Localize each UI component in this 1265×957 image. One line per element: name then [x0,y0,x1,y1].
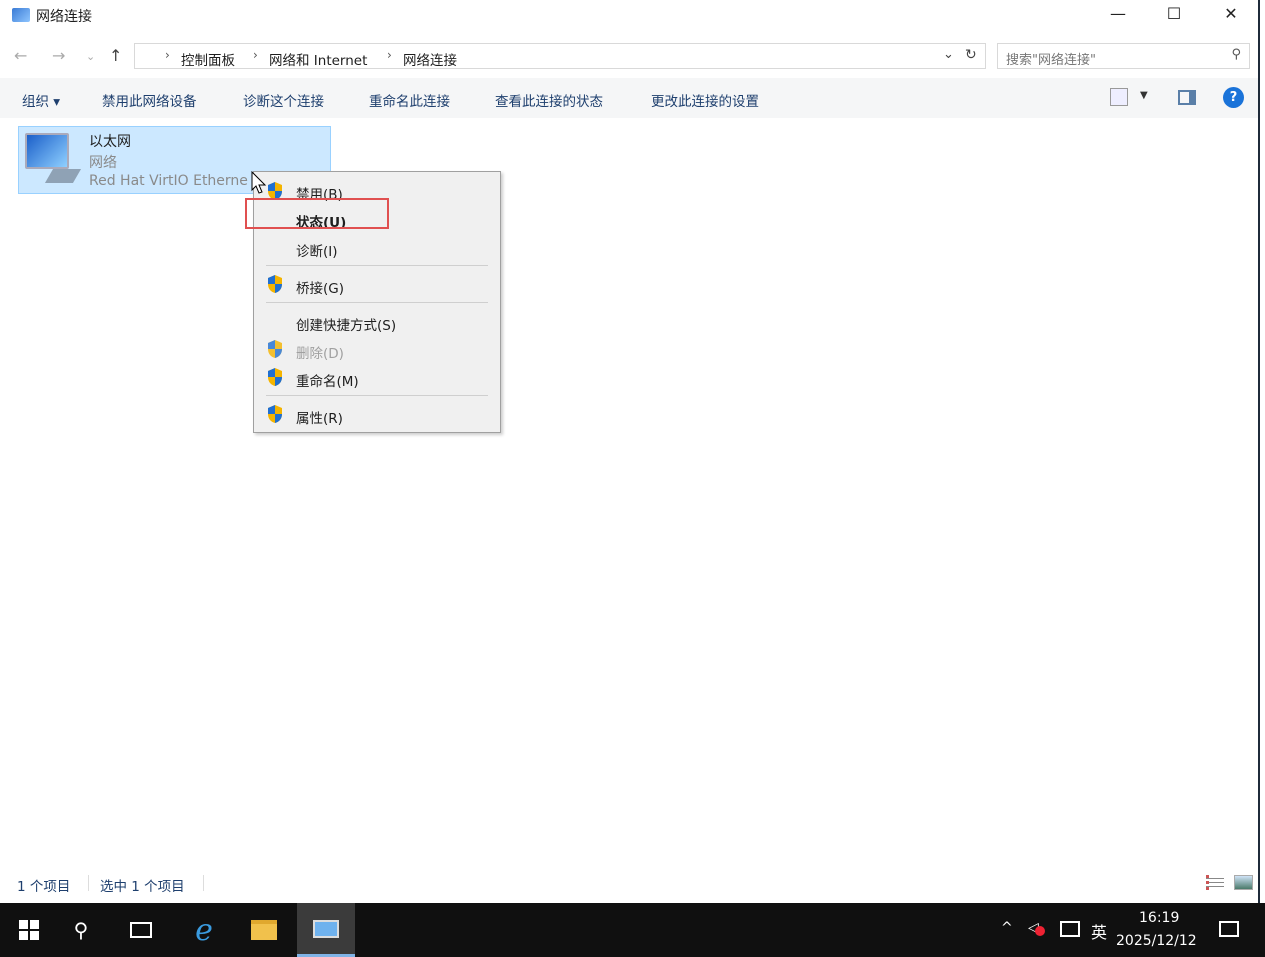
network-tray-icon[interactable] [1060,921,1080,937]
explorer-window: 网络连接 — ☐ ✕ ← → ⌄ ↑ › 控制面板 › 网络和 Internet… [0,0,1260,903]
ime-indicator[interactable]: 英 [1091,919,1107,943]
highlight-box [245,198,389,229]
command-bar: 组织 ▾ 禁用此网络设备 诊断这个连接 重命名此连接 查看此连接的状态 更改此连… [0,78,1258,118]
rename-button[interactable]: 重命名此连接 [369,90,450,110]
connection-adapter: Red Hat VirtIO Etherne [89,173,248,189]
menu-item-delete: 删除(D) [296,346,344,362]
menu-separator [266,302,488,303]
up-button[interactable]: ↑ [109,46,122,65]
clock-time[interactable]: 16:19 [1139,910,1179,926]
volume-muted-icon[interactable]: ◁ [1028,920,1045,936]
network-connections-task-button[interactable] [297,903,355,957]
diagnose-button[interactable]: 诊断这个连接 [243,90,324,110]
show-hidden-icons-button[interactable]: ^ [1001,920,1013,936]
menu-item-diagnose[interactable]: 诊断(I) [296,240,338,260]
search-button[interactable]: ⚲ [52,903,110,957]
file-explorer-button[interactable] [235,903,293,957]
network-folder-icon [12,8,30,22]
start-button[interactable] [0,903,58,957]
address-bar[interactable]: › 控制面板 › 网络和 Internet › 网络连接 ⌄ ↻ [134,43,986,69]
uac-shield-icon [268,368,282,386]
breadcrumb-network-connections[interactable]: 网络连接 [403,49,457,69]
folder-icon [251,920,277,940]
change-settings-button[interactable]: 更改此连接的设置 [651,90,759,110]
breadcrumb-control-panel[interactable]: 控制面板 [181,49,235,69]
uac-shield-icon [268,405,282,423]
forward-button[interactable]: → [52,46,65,65]
view-options-icon[interactable] [1110,88,1128,106]
status-bar: 1 个项目 选中 1 个项目 [0,870,1258,898]
search-icon: ⚲ [1231,47,1241,62]
menu-item-bridge[interactable]: 桥接(G) [296,277,344,297]
control-panel-icon [313,919,339,938]
minimize-button[interactable]: — [1108,4,1128,23]
clock-date[interactable]: 2025/12/12 [1116,933,1197,949]
menu-item-properties[interactable]: 属性(R) [296,407,343,427]
search-input[interactable]: 搜索"网络连接" ⚲ [997,43,1250,69]
preview-pane-icon[interactable] [1178,90,1196,105]
action-center-icon[interactable] [1219,921,1239,937]
status-separator [203,875,204,891]
breadcrumb-network-internet[interactable]: 网络和 Internet [269,49,367,69]
chevron-down-icon[interactable]: ▼ [1140,90,1148,101]
ie-icon: e [195,912,213,948]
uac-shield-icon [268,340,282,358]
close-button[interactable]: ✕ [1221,4,1241,23]
connection-network: 网络 [89,155,117,171]
chevron-down-icon[interactable]: ⌄ [943,47,954,62]
mouse-cursor-icon [251,171,267,194]
recent-dropdown[interactable]: ⌄ [86,50,95,63]
refresh-button[interactable]: ↻ [965,47,977,63]
menu-separator [266,265,488,266]
maximize-button[interactable]: ☐ [1164,4,1184,23]
connection-name: 以太网 [89,134,131,150]
details-view-icon[interactable] [1206,875,1224,890]
item-count: 1 个项目 [17,879,71,895]
menu-separator [266,395,488,396]
menu-item-rename[interactable]: 重命名(M) [296,370,359,390]
window-title: 网络连接 [36,9,92,25]
task-view-button[interactable] [112,903,170,957]
selected-count: 选中 1 个项目 [100,879,185,895]
network-adapter-icon [25,133,69,169]
uac-shield-icon [268,275,282,293]
taskbar: ⚲ e ^ ◁ 英 16:19 2025/12/12 [0,903,1265,957]
organize-menu[interactable]: 组织 ▾ [22,90,60,110]
search-icon: ⚲ [73,918,89,942]
view-status-button[interactable]: 查看此连接的状态 [495,90,603,110]
internet-explorer-button[interactable]: e [175,903,233,957]
status-separator [88,875,89,891]
task-view-icon [130,922,152,938]
disable-device-button[interactable]: 禁用此网络设备 [102,90,197,110]
windows-logo-icon [19,920,39,940]
search-placeholder: 搜索"网络连接" [1006,53,1096,68]
large-icons-view-icon[interactable] [1234,875,1253,890]
menu-item-create-shortcut[interactable]: 创建快捷方式(S) [296,314,396,334]
back-button[interactable]: ← [14,46,27,65]
help-icon[interactable]: ? [1223,87,1244,108]
ethernet-plug-icon [44,169,82,183]
